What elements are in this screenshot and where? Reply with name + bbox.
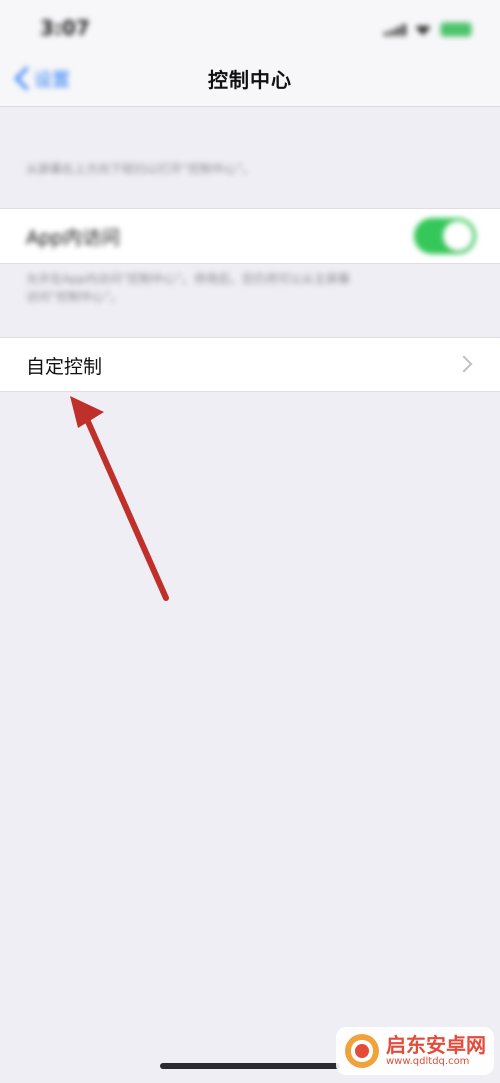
watermark-title: 启东安卓网 — [386, 1033, 486, 1057]
annotation-arrow-shaft — [79, 405, 169, 601]
watermark: 启东安卓网 www.qdltdq.com — [336, 1027, 494, 1075]
annotation-arrow — [70, 396, 169, 601]
watermark-url: www.qdltdq.com — [386, 1056, 470, 1067]
home-indicator — [160, 1063, 340, 1069]
watermark-logo-icon — [345, 1034, 379, 1068]
